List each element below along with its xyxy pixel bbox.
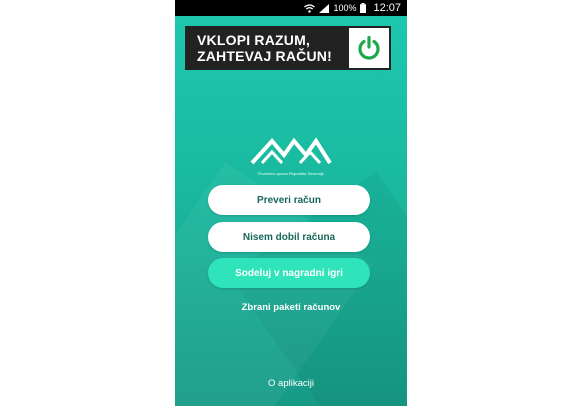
no-receipt-button[interactable]: Nisem dobil računa <box>208 222 370 252</box>
about-link[interactable]: O aplikaciji <box>175 378 407 389</box>
wifi-icon <box>304 3 316 13</box>
prize-game-button[interactable]: Sodeluj v nagradni igri <box>208 258 370 288</box>
status-bar: 100% 12:07 <box>175 0 407 16</box>
check-receipt-label: Preveri račun <box>257 194 321 206</box>
signal-icon <box>319 3 330 13</box>
battery-percent: 100% <box>333 3 357 13</box>
banner-line-1: VKLOPI RAZUM, <box>197 32 311 48</box>
no-receipt-label: Nisem dobil računa <box>242 231 336 243</box>
banner-text: VKLOPI RAZUM, ZAHTEVAJ RAČUN! <box>185 32 349 64</box>
clock: 12:07 <box>373 2 401 14</box>
phone-screen: 100% 12:07 VKLOPI RAZUM, ZAHTEVAJ RAČUN!… <box>175 0 407 406</box>
battery-icon <box>360 3 367 13</box>
fu-logo: Finančna uprava Republike Slovenije <box>250 135 332 177</box>
power-icon <box>358 35 380 60</box>
power-button[interactable] <box>349 28 389 68</box>
prize-game-label: Sodeluj v nagradni igri <box>235 267 343 279</box>
mountains-logo-icon <box>250 137 332 165</box>
collected-packages-link[interactable]: Zbrani paketi računov <box>175 302 407 313</box>
logo-caption: Finančna uprava Republike Slovenije <box>257 171 325 176</box>
check-receipt-button[interactable]: Preveri račun <box>208 185 370 215</box>
campaign-banner[interactable]: VKLOPI RAZUM, ZAHTEVAJ RAČUN! <box>185 26 391 70</box>
banner-line-2: ZAHTEVAJ RAČUN! <box>197 48 332 64</box>
